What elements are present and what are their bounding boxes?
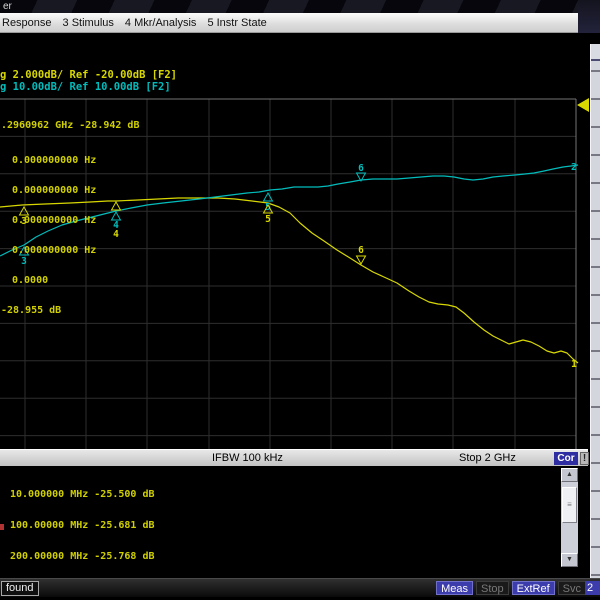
marker-readout-line: 0.000000000 Hz bbox=[12, 215, 97, 226]
table-row: 100.00000 MHz -25.681 dB bbox=[10, 520, 155, 532]
marker-readout-line: .2960962 GHz -28.942 dB bbox=[1, 120, 140, 131]
table-row: 200.00000 MHz -25.768 dB bbox=[10, 551, 155, 563]
warning-badge: ! bbox=[580, 452, 589, 465]
softkey-strip-edge[interactable] bbox=[590, 44, 600, 578]
marker-readout-line: 0.000000000 Hz bbox=[12, 185, 97, 196]
menu-item-instr-state[interactable]: 5 Instr State bbox=[207, 17, 266, 29]
indicator-meas: Meas bbox=[436, 581, 473, 595]
softkey-strip-cap bbox=[591, 44, 600, 61]
indicator-group: Meas Stop ExtRef Svc bbox=[436, 581, 586, 595]
menu-item-response[interactable]: Response bbox=[2, 17, 52, 29]
scroll-up-arrow-icon[interactable]: ▲ bbox=[561, 468, 578, 482]
marker-table-panel: 10.000000 MHz -25.500 dB 100.00000 MHz -… bbox=[0, 466, 588, 578]
scrollbar-thumb[interactable]: ≡ bbox=[562, 487, 577, 523]
marker-readout-line: 0.000000000 Hz bbox=[12, 245, 97, 256]
trace-end-label: 2 bbox=[571, 162, 577, 173]
menu-bar: Response 3 Stimulus 4 Mkr/Analysis 5 Ins… bbox=[0, 13, 578, 33]
indicator-extref: ExtRef bbox=[511, 581, 555, 595]
ifbw-value: IFBW 100 kHz bbox=[212, 452, 283, 464]
marker-readout-line: 0.0000 bbox=[12, 275, 49, 286]
vna-application-window: er Response 3 Stimulus 4 Mkr/Analysis 5 … bbox=[0, 0, 600, 600]
table-row: 10.000000 MHz -25.500 dB bbox=[10, 488, 155, 500]
stop-frequency: Stop 2 GHz bbox=[459, 452, 516, 464]
marker-number-label: 5 bbox=[265, 214, 271, 225]
indicator-stop: Stop bbox=[476, 581, 509, 595]
active-marker-indicator bbox=[0, 524, 4, 530]
marker-number-label: 6 bbox=[358, 245, 364, 256]
trace1-scale-info: g 2.000dB/ Ref -20.00dB [F2] bbox=[0, 69, 178, 81]
clock-fragment: 2 bbox=[585, 581, 600, 595]
trace-end-label: 1 bbox=[571, 359, 577, 370]
marker-readout-line: -28.955 dB bbox=[1, 305, 62, 316]
menu-item-stimulus[interactable]: 3 Stimulus bbox=[63, 17, 114, 29]
channel-status-bar: IFBW 100 kHz Stop 2 GHz Cor ! bbox=[0, 449, 589, 466]
window-titlebar: er bbox=[0, 0, 600, 13]
status-message: found bbox=[1, 581, 39, 596]
taskbar: found Meas Stop ExtRef Svc 2 bbox=[0, 578, 600, 597]
marker-readout-block: .2960962 GHz -28.942 dB 0.000000000 Hz 0… bbox=[1, 101, 139, 336]
indicator-svc: Svc bbox=[557, 581, 586, 595]
instrument-display: g 2.000dB/ Ref -20.00dB [F2] g 10.00dB/ … bbox=[0, 33, 600, 483]
scroll-down-arrow-icon[interactable]: ▼ bbox=[561, 553, 578, 567]
menu-item-mkr-analysis[interactable]: 4 Mkr/Analysis bbox=[125, 17, 197, 29]
marker-table-rows: 10.000000 MHz -25.500 dB 100.00000 MHz -… bbox=[10, 469, 155, 578]
marker-readout-line: 0.000000000 Hz bbox=[12, 155, 97, 166]
correction-badge: Cor bbox=[554, 452, 578, 465]
marker-triangle-icon[interactable] bbox=[262, 191, 274, 202]
reference-level-triangle-icon[interactable] bbox=[577, 98, 589, 112]
trace2-scale-info: g 10.00dB/ Ref 10.00dB [F2] bbox=[0, 81, 171, 93]
window-title: er bbox=[3, 1, 12, 12]
marker-number-label: 6 bbox=[358, 163, 364, 174]
table-scrollbar[interactable]: ▲ ≡ ▼ bbox=[561, 468, 578, 567]
